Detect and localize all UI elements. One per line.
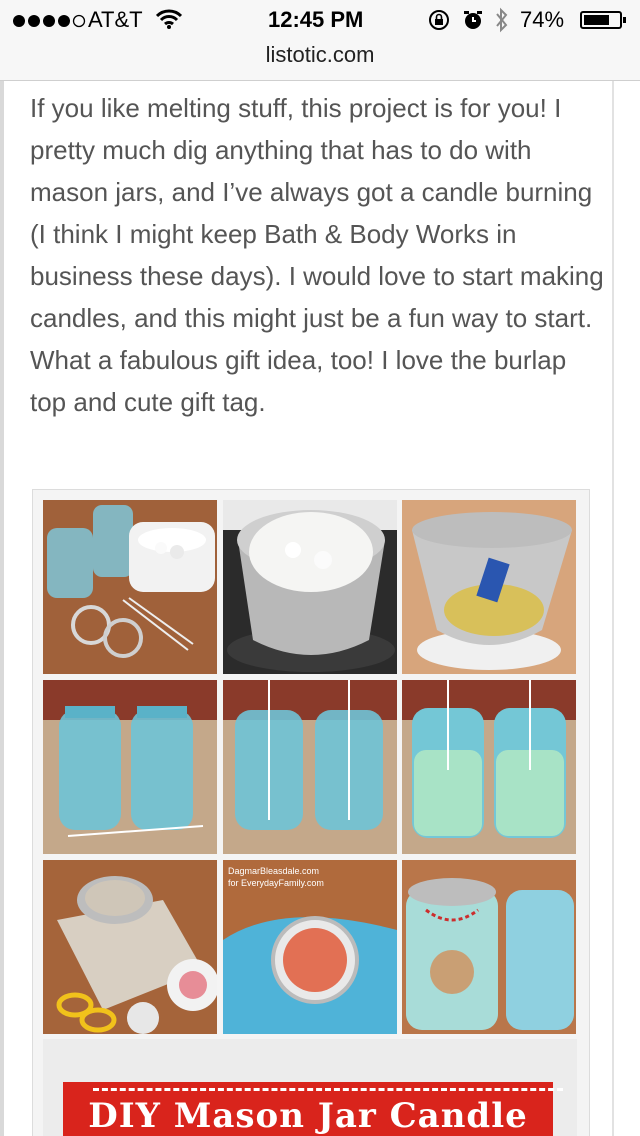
page-edge-left bbox=[0, 81, 4, 1136]
photo-supplies bbox=[43, 500, 217, 674]
rotation-lock-icon bbox=[429, 10, 449, 30]
carrier-label: AT&T bbox=[88, 7, 143, 32]
title-banner: DIY Mason Jar Candle bbox=[43, 1039, 577, 1136]
page-edge-right bbox=[612, 81, 614, 1136]
banner-title: DIY Mason Jar Candle bbox=[88, 1096, 528, 1136]
photo-wax-pot bbox=[223, 500, 397, 674]
photo-empty-jars bbox=[43, 680, 217, 854]
watermark-line2: for EverydayFamily.com bbox=[228, 878, 324, 888]
banner-stitch bbox=[93, 1088, 563, 1091]
article-paragraph: If you like melting stuff, this project … bbox=[30, 93, 604, 417]
clock-time: 12:45 PM bbox=[268, 7, 364, 32]
photo-jars-wicks bbox=[223, 680, 397, 854]
battery-icon bbox=[580, 11, 626, 29]
web-content[interactable]: If you like melting stuff, this project … bbox=[0, 81, 640, 1136]
photo-finished-candles bbox=[402, 860, 576, 1034]
address-bar[interactable]: listotic.com bbox=[0, 40, 640, 81]
photo-tied-lid: DagmarBleasdale.com for EverydayFamily.c… bbox=[223, 860, 397, 1034]
wifi-icon bbox=[156, 9, 182, 29]
watermark-line1: DagmarBleasdale.com bbox=[228, 866, 319, 876]
photo-melted-wax bbox=[402, 500, 576, 674]
bluetooth-icon bbox=[496, 7, 508, 33]
title-banner-red: DIY Mason Jar Candle bbox=[63, 1082, 563, 1136]
photo-filled-jars bbox=[402, 680, 576, 854]
photo-burlap-lid bbox=[43, 860, 217, 1034]
battery-fill bbox=[584, 15, 609, 25]
battery-percent: 74% bbox=[520, 7, 565, 32]
alarm-icon bbox=[464, 11, 482, 29]
domain-label[interactable]: listotic.com bbox=[0, 42, 640, 68]
signal-dots-icon bbox=[13, 14, 86, 28]
status-bar: AT&T 12:45 PM 74% bbox=[0, 0, 640, 40]
